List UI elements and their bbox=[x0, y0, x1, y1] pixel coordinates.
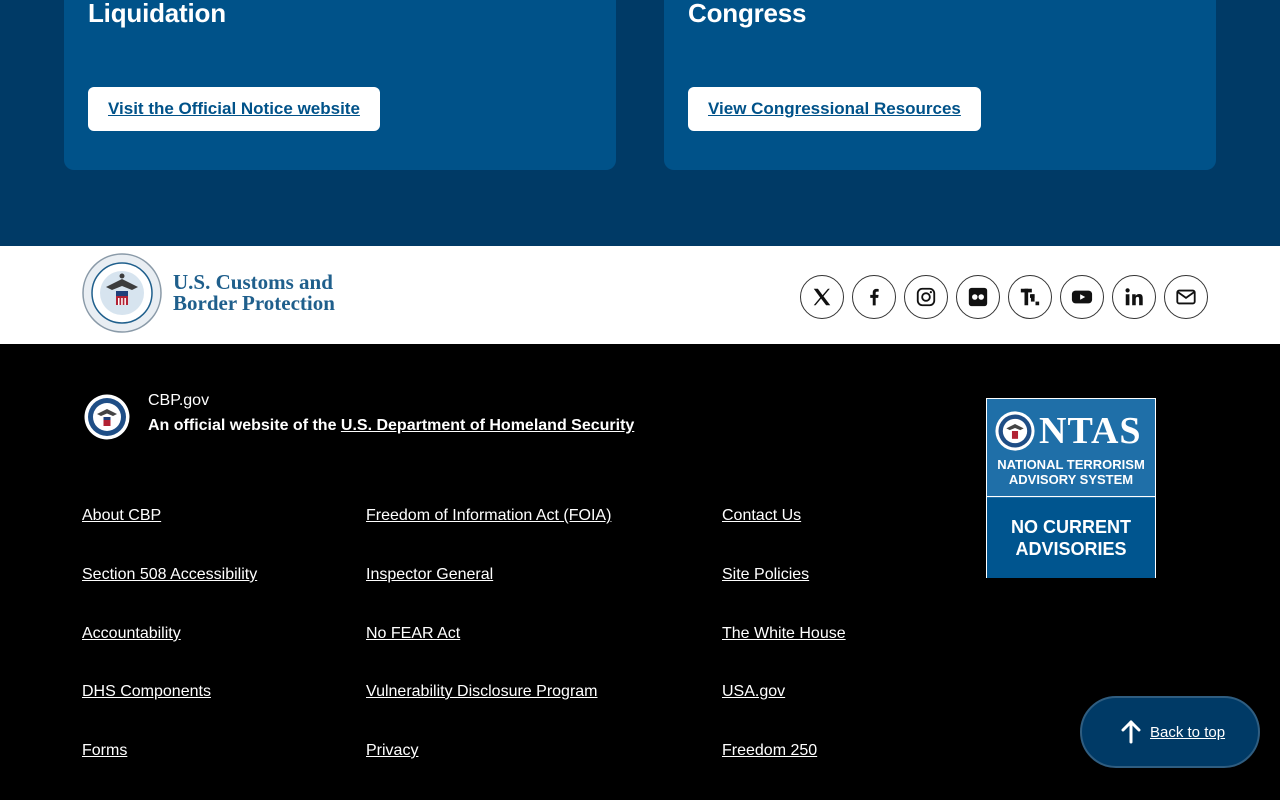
cbp-wordmark[interactable]: U.S. Customs and Border Protection bbox=[173, 272, 335, 314]
footer-link-forms[interactable]: Forms bbox=[82, 742, 127, 760]
arrow-up-icon bbox=[1121, 720, 1141, 744]
advisory-line-1: NO CURRENT bbox=[1011, 517, 1131, 537]
youtube-icon bbox=[1071, 290, 1093, 304]
youtube-link[interactable] bbox=[1060, 275, 1104, 319]
ntas-advisory-panel: NO CURRENT ADVISORIES bbox=[987, 498, 1155, 578]
flickr-link[interactable] bbox=[956, 275, 1000, 319]
footer-link-white-house[interactable]: The White House bbox=[722, 625, 846, 643]
linkedin-link[interactable] bbox=[1112, 275, 1156, 319]
truth-social-icon bbox=[1020, 288, 1040, 306]
ntas-advisory-text: NO CURRENT ADVISORIES bbox=[987, 516, 1155, 560]
truth-social-link[interactable] bbox=[1008, 275, 1052, 319]
flickr-icon bbox=[968, 287, 988, 307]
footer-link-contact-us[interactable]: Contact Us bbox=[722, 507, 801, 525]
footer-link-inspector-general[interactable]: Inspector General bbox=[366, 566, 493, 584]
card-congress: Congress View Congressional Resources bbox=[664, 0, 1216, 170]
view-congressional-resources-button[interactable]: View Congressional Resources bbox=[688, 87, 981, 131]
ntas-badge[interactable]: NTAS NATIONAL TERRORISM ADVISORY SYSTEM … bbox=[986, 398, 1156, 578]
instagram-icon bbox=[916, 287, 936, 307]
footer-link-usa-gov[interactable]: USA.gov bbox=[722, 683, 785, 701]
instagram-link[interactable] bbox=[904, 275, 948, 319]
logo-band: U.S. Customs and Border Protection bbox=[0, 246, 1280, 344]
brand-line-2: Border Protection bbox=[173, 291, 335, 315]
x-twitter-link[interactable] bbox=[800, 275, 844, 319]
advisory-line-2: ADVISORIES bbox=[1015, 539, 1127, 559]
linkedin-icon bbox=[1125, 288, 1143, 306]
ntas-header: NTAS NATIONAL TERRORISM ADVISORY SYSTEM bbox=[987, 399, 1155, 497]
facebook-link[interactable] bbox=[852, 275, 896, 319]
card-title: Congress bbox=[688, 0, 807, 28]
footer-link-section-508[interactable]: Section 508 Accessibility bbox=[82, 566, 257, 584]
visit-official-notice-button[interactable]: Visit the Official Notice website bbox=[88, 87, 380, 131]
footer-link-foia[interactable]: Freedom of Information Act (FOIA) bbox=[366, 507, 611, 525]
footer-link-freedom-250[interactable]: Freedom 250 bbox=[722, 742, 817, 760]
x-twitter-icon bbox=[813, 288, 831, 306]
ntas-subtitle-2: ADVISORY SYSTEM bbox=[1008, 472, 1134, 487]
site-name: CBP.gov bbox=[148, 392, 210, 409]
cbp-seal-icon[interactable] bbox=[82, 253, 162, 333]
footer-link-accountability[interactable]: Accountability bbox=[82, 625, 181, 643]
ntas-wordmark: NTAS bbox=[1039, 410, 1142, 452]
footer-link-dhs-components[interactable]: DHS Components bbox=[82, 683, 211, 701]
dhs-seal-icon bbox=[995, 411, 1035, 451]
official-website-notice: An official website of the U.S. Departme… bbox=[148, 417, 634, 435]
email-link[interactable] bbox=[1164, 275, 1208, 319]
footer-link-vulnerability-disclosure[interactable]: Vulnerability Disclosure Program bbox=[366, 683, 598, 701]
dhs-link[interactable]: U.S. Department of Homeland Security bbox=[341, 417, 634, 434]
footer-link-site-policies[interactable]: Site Policies bbox=[722, 566, 809, 584]
official-prefix: An official website of the bbox=[148, 417, 341, 434]
top-band: Liquidation Visit the Official Notice we… bbox=[0, 0, 1280, 246]
brand-line-1: U.S. Customs and bbox=[173, 270, 333, 294]
card-liquidation: Liquidation Visit the Official Notice we… bbox=[64, 0, 616, 170]
back-to-top-button[interactable]: Back to top bbox=[1080, 696, 1260, 768]
email-icon bbox=[1176, 289, 1196, 305]
ntas-subtitle-1: NATIONAL TERRORISM bbox=[997, 457, 1145, 472]
back-to-top-label: Back to top bbox=[1150, 723, 1226, 741]
dhs-seal-icon bbox=[84, 394, 130, 440]
card-title: Liquidation bbox=[88, 0, 226, 28]
facebook-icon bbox=[870, 288, 879, 306]
footer-link-about-cbp[interactable]: About CBP bbox=[82, 507, 161, 525]
footer-link-no-fear-act[interactable]: No FEAR Act bbox=[366, 625, 460, 643]
footer-link-privacy[interactable]: Privacy bbox=[366, 742, 418, 760]
